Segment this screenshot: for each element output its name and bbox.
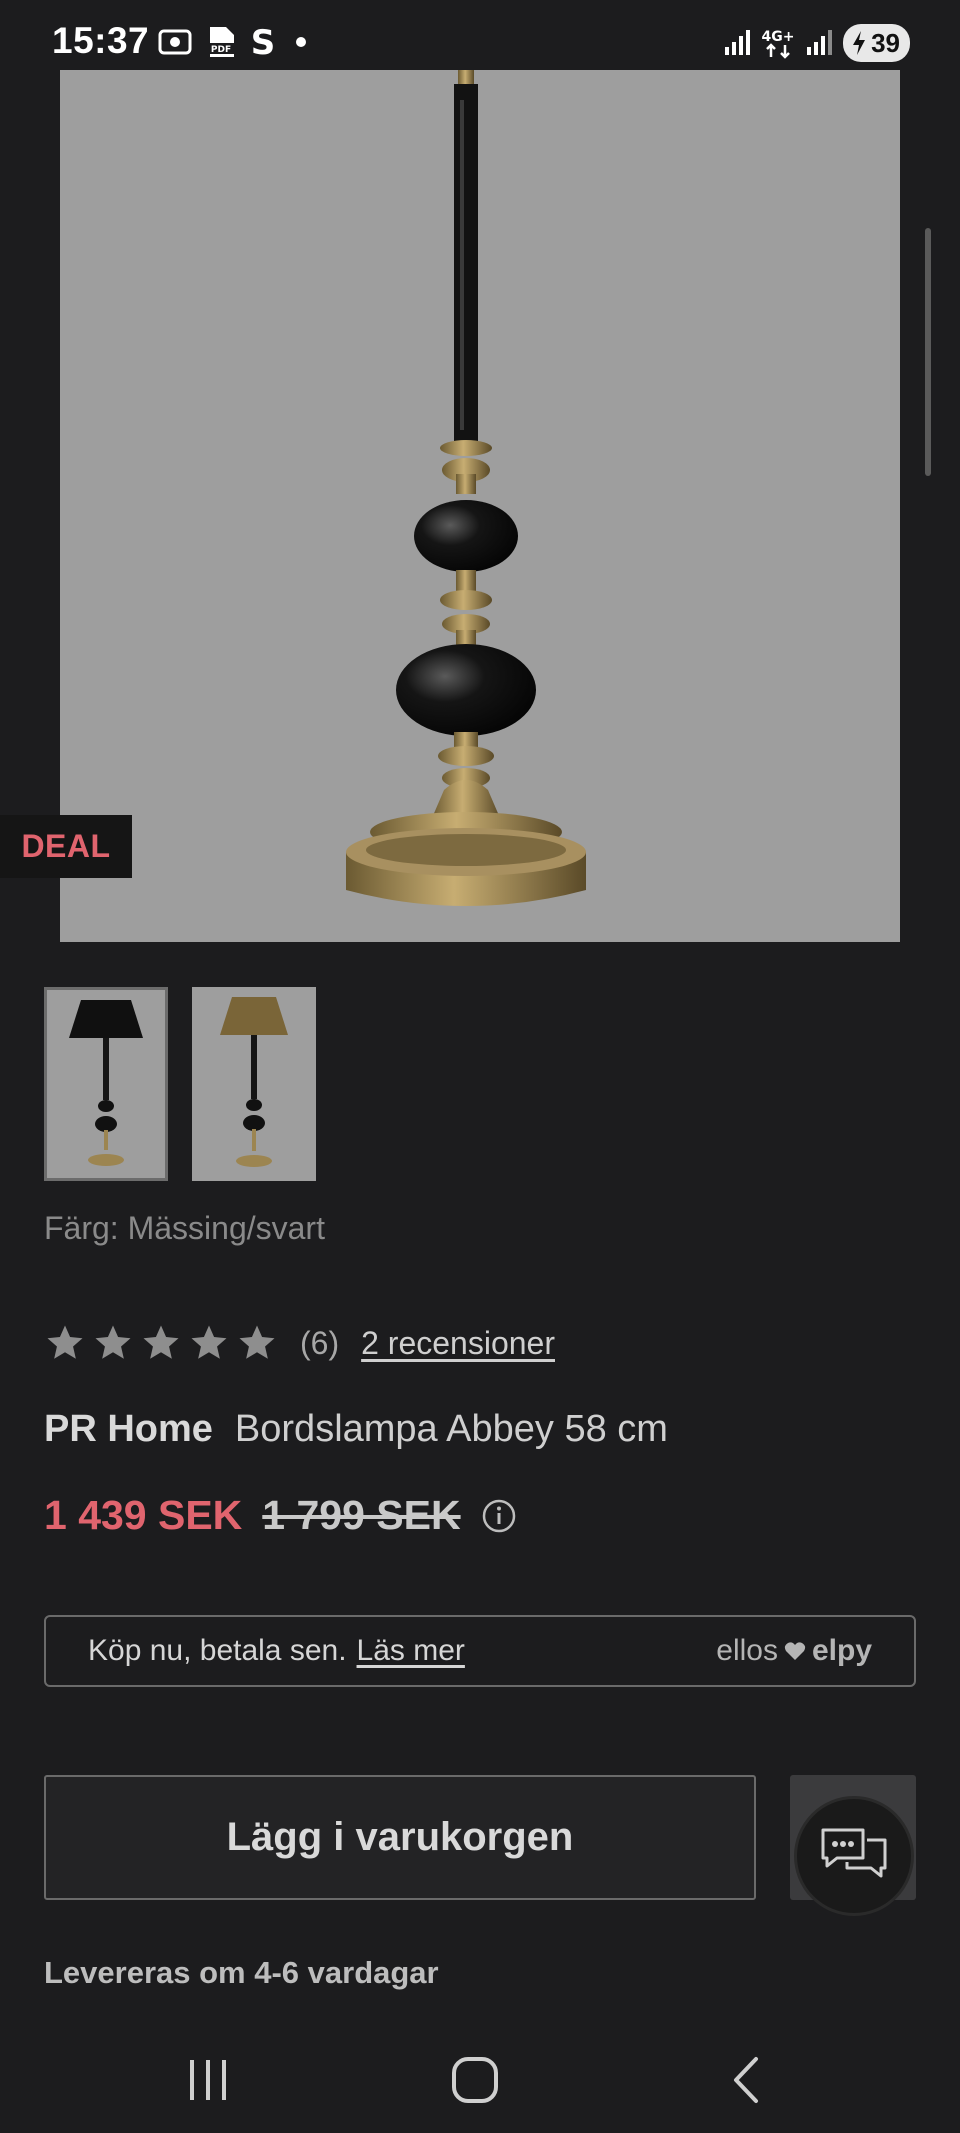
more-notifications-dot <box>296 37 306 47</box>
back-icon <box>734 2057 758 2103</box>
product-title: PR Home Bordslampa Abbey 58 cm <box>44 1408 668 1451</box>
star-icon <box>47 1325 83 1359</box>
screenshot-icon <box>158 27 192 57</box>
rating-stars <box>44 1322 278 1364</box>
read-more-link[interactable]: Läs mer <box>357 1634 465 1668</box>
ellos-logo-text: ellos <box>716 1634 778 1667</box>
elpy-logo-text: elpy <box>811 1634 872 1667</box>
lamp-brass-shade-thumb <box>220 997 288 1167</box>
star-icon <box>239 1325 275 1359</box>
system-status-icons: 4G+ 39 <box>723 24 910 62</box>
star-icon <box>191 1325 227 1359</box>
svg-text:PDF: PDF <box>211 45 231 55</box>
chat-button[interactable] <box>794 1796 914 1916</box>
price-row: 1 439 SEK 1 799 SEK <box>44 1492 517 1539</box>
pay-later-banner: Köp nu, betala sen. Läs mer ellos elpy <box>44 1615 916 1687</box>
brand-name[interactable]: PR Home <box>44 1408 213 1451</box>
thumbnail-brass-shade[interactable] <box>192 987 316 1181</box>
status-time: 15:37 <box>52 20 150 61</box>
lamp-black-shade-thumb <box>69 1000 143 1166</box>
ellos-elpy-logo: ellos elpy <box>716 1634 872 1668</box>
notification-icons: PDF S <box>158 24 306 60</box>
deal-badge: DEAL <box>0 815 132 878</box>
info-icon[interactable] <box>481 1498 517 1534</box>
lamp-illustration <box>346 70 586 906</box>
page-scrollbar[interactable] <box>925 228 931 476</box>
signal-icon-2 <box>805 29 833 57</box>
battery-indicator: 39 <box>843 24 910 62</box>
system-nav-bar <box>0 2020 960 2133</box>
add-to-cart-button[interactable]: Lägg i varukorgen <box>44 1775 756 1900</box>
recent-apps-icon <box>190 2060 226 2100</box>
color-label: Färg: Mässing/svart <box>44 1210 325 1246</box>
original-price: 1 799 SEK <box>262 1492 461 1538</box>
current-price: 1 439 SEK <box>44 1492 243 1538</box>
thumbnail-black-shade[interactable] <box>44 987 168 1181</box>
product-main-image[interactable] <box>60 70 900 942</box>
product-rating: (6) 2 recensioner <box>44 1322 555 1364</box>
pay-later-text: Köp nu, betala sen. <box>88 1634 347 1667</box>
reviews-link[interactable]: 2 recensioner <box>361 1325 555 1362</box>
home-icon <box>452 2057 498 2103</box>
network-type: 4G+ <box>762 29 795 45</box>
charging-icon <box>853 31 866 55</box>
home-button[interactable] <box>445 2050 505 2110</box>
pdf-icon: PDF <box>206 25 236 59</box>
s-app-icon: S <box>250 24 276 60</box>
recent-apps-button[interactable] <box>178 2050 238 2110</box>
star-icon <box>143 1325 179 1359</box>
back-button[interactable] <box>716 2050 776 2110</box>
signal-icon <box>723 29 751 57</box>
image-thumbnails <box>44 987 316 1181</box>
chat-icon <box>821 1828 887 1878</box>
product-name: Bordslampa Abbey 58 cm <box>234 1408 668 1450</box>
battery-level: 39 <box>871 27 900 58</box>
rating-count: (6) <box>300 1324 340 1361</box>
network-4g-icon: 4G+ <box>761 27 795 59</box>
star-icon <box>95 1325 131 1359</box>
svg-text:S: S <box>251 24 276 60</box>
delivery-info: Levereras om 4-6 vardagar <box>44 1955 439 1990</box>
heart-icon <box>784 1642 806 1660</box>
